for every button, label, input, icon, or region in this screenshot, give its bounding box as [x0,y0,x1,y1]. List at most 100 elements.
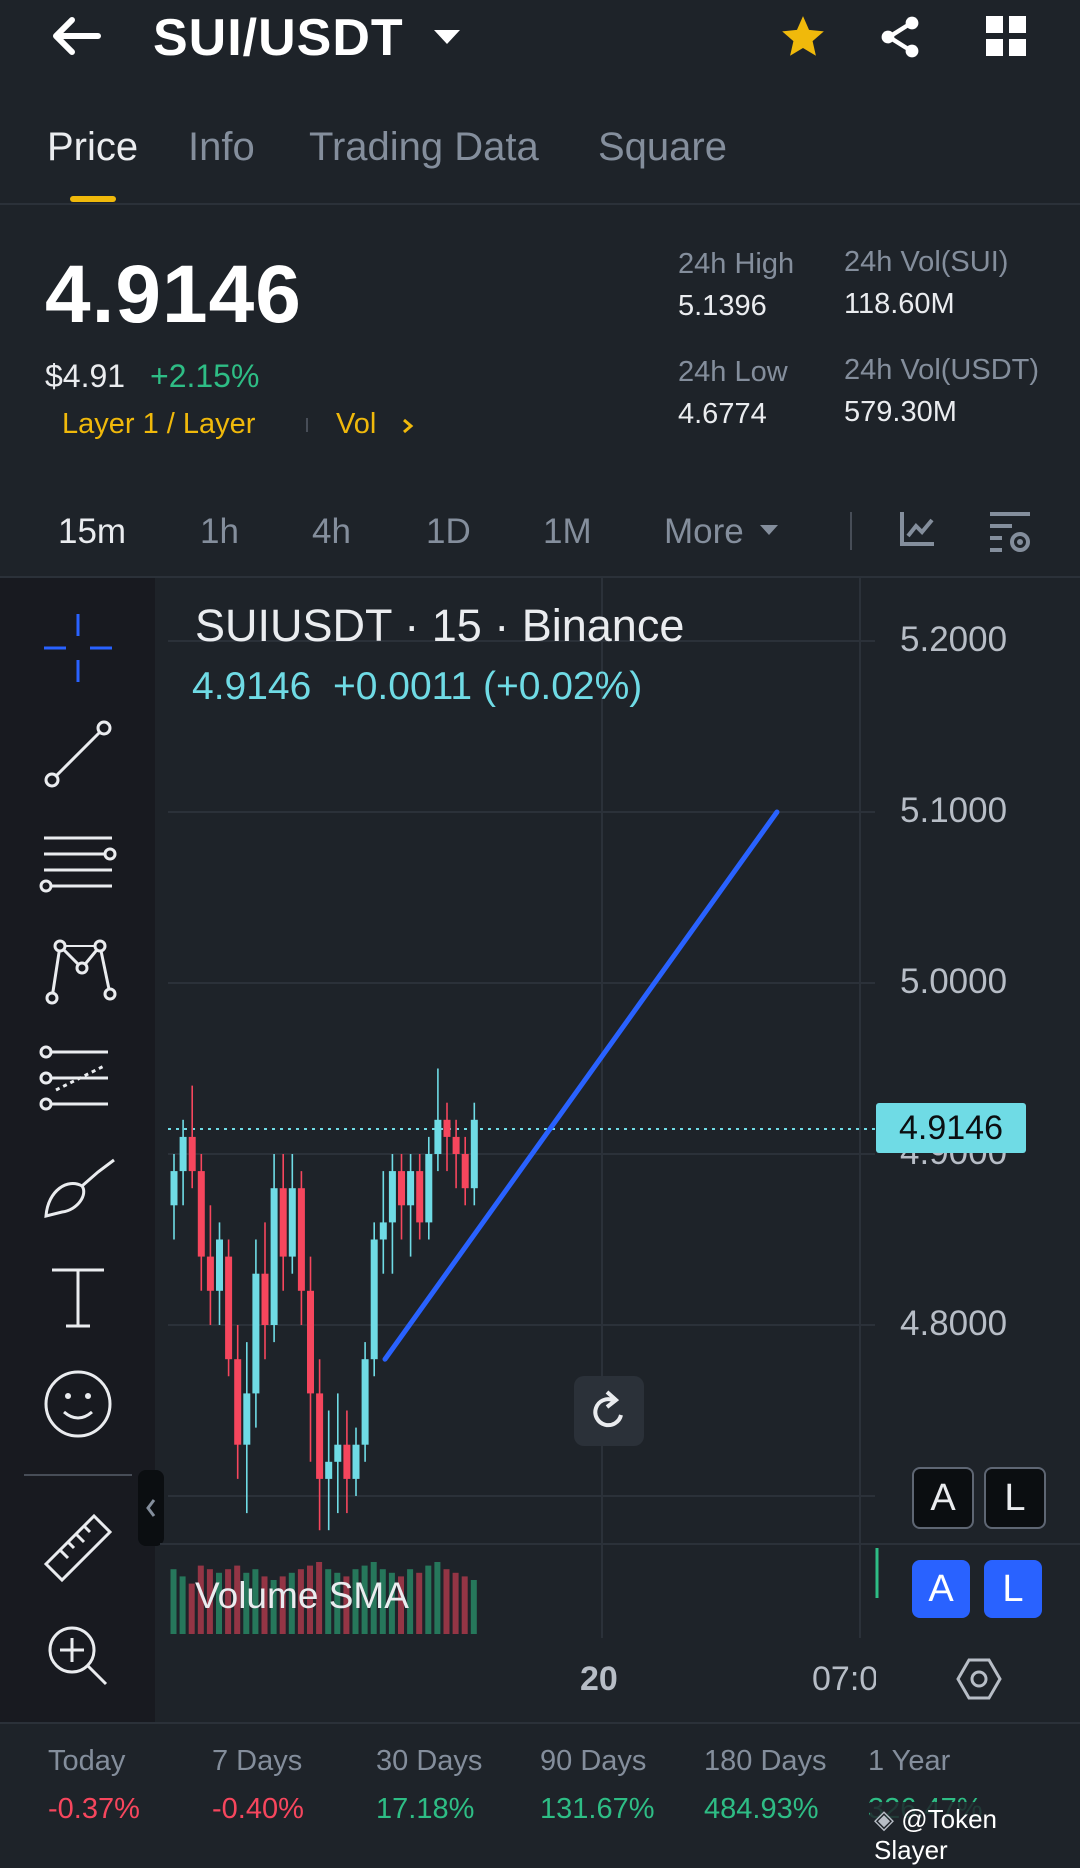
volume-bar [179,1576,186,1634]
candle [434,1119,442,1154]
auto-scale-button[interactable]: A [912,1467,974,1529]
perf-value: 484.93% [704,1793,819,1825]
candle [188,1136,196,1172]
vol-sui-label: 24h Vol(SUI) [844,246,1009,278]
divider [0,1722,1080,1724]
share-icon[interactable] [876,12,924,62]
crosshair-icon[interactable] [38,608,118,688]
candle [334,1444,342,1462]
interval-15m[interactable]: 15m [58,512,126,552]
candle [307,1290,314,1394]
candle [452,1136,460,1154]
ohlc-readout: 4.9146 +0.0011 (+0.02%) [192,665,643,708]
perf-value: -0.40% [212,1793,304,1825]
y-tick: 4.8000 [900,1304,1008,1343]
fib-lines-icon[interactable] [38,824,118,904]
low-label: 24h Low [678,356,788,388]
interval-1m[interactable]: 1M [543,512,592,552]
candle [270,1188,278,1325]
volume-bar [434,1562,441,1634]
interval-4h[interactable]: 4h [312,512,351,552]
tag-separator [306,418,308,432]
candle [398,1171,405,1206]
grid-menu-icon[interactable] [984,14,1028,58]
candle [470,1119,478,1189]
toolbar-divider [850,512,852,550]
perf-value: -0.37% [48,1793,140,1825]
candle [361,1359,369,1445]
high-label: 24h High [678,248,795,280]
emoji-icon[interactable] [38,1364,118,1444]
volume-bar [443,1569,450,1634]
ruler-icon[interactable] [38,1508,118,1588]
candle [316,1393,324,1479]
volume-bar [170,1569,177,1634]
candle [325,1461,333,1479]
trend-line [382,809,780,1362]
text-tool-icon[interactable] [38,1256,118,1336]
volume-bar [416,1572,423,1634]
perf-label: 180 Days [704,1745,827,1777]
reset-chart-button[interactable] [574,1376,644,1446]
candle [443,1119,451,1137]
active-tab-indicator [70,196,116,202]
candle [416,1171,424,1223]
y-tick: 5.2000 [900,620,1008,659]
perf-label: Today [48,1745,126,1777]
perf-label: 1 Year [868,1745,951,1777]
candle [179,1136,187,1172]
candle [343,1444,351,1479]
tab-square[interactable]: Square [598,125,727,170]
auto-scale-active-button[interactable]: A [912,1560,970,1618]
last-price: 4.9146 [45,249,302,340]
candle [297,1188,305,1291]
last-price-tag: 4.9146 [876,1103,1026,1153]
chart-settings-hex-icon[interactable] [956,1656,1002,1702]
volume-bar [470,1580,477,1634]
more-dropdown-icon[interactable] [758,522,780,538]
forecast-icon[interactable] [38,1040,118,1120]
indicator-icon[interactable] [898,508,938,548]
back-arrow-icon [53,17,101,55]
refresh-icon [593,1390,623,1428]
back-button[interactable] [48,12,104,60]
candle [252,1273,260,1394]
divider [0,203,1080,205]
vol-link[interactable]: Vol [336,408,376,441]
candle [243,1393,251,1445]
tab-trading-data[interactable]: Trading Data [309,125,539,170]
low-value: 4.6774 [678,398,767,430]
candle [461,1154,469,1189]
tab-price[interactable]: Price [47,125,138,170]
candle [279,1188,287,1257]
log-scale-active-button[interactable]: L [984,1560,1042,1618]
x-tick: 07:0 [812,1660,876,1698]
tab-info[interactable]: Info [188,125,255,170]
pair-title[interactable]: SUI/USDT [153,8,404,68]
chevron-right-icon[interactable] [400,414,416,438]
perf-label: 7 Days [212,1745,303,1777]
y-tick: 5.1000 [900,791,1008,830]
y-tick: 5.0000 [900,962,1008,1001]
chart-settings-icon[interactable] [988,510,1032,554]
vol-usdt-label: 24h Vol(USDT) [844,354,1040,386]
high-value: 5.1396 [678,290,767,322]
candle [261,1273,269,1325]
zoom-in-icon[interactable] [38,1616,118,1696]
trend-line-icon[interactable] [38,714,118,794]
candle [388,1171,396,1223]
interval-1d[interactable]: 1D [426,512,471,552]
volume-bar [461,1576,468,1634]
category-tag[interactable]: Layer 1 / Layer [62,408,255,441]
pattern-icon[interactable] [38,932,118,1012]
favorite-star-icon[interactable] [778,12,828,62]
pair-dropdown-icon[interactable] [430,24,464,48]
perf-label: 90 Days [540,1745,647,1777]
interval-more[interactable]: More [664,512,744,552]
brush-icon[interactable] [38,1150,118,1230]
volume-bar [452,1572,459,1634]
interval-1h[interactable]: 1h [200,512,239,552]
usd-price: $4.91 [45,358,126,394]
perf-label: 30 Days [376,1745,483,1777]
log-scale-button[interactable]: L [984,1467,1046,1529]
